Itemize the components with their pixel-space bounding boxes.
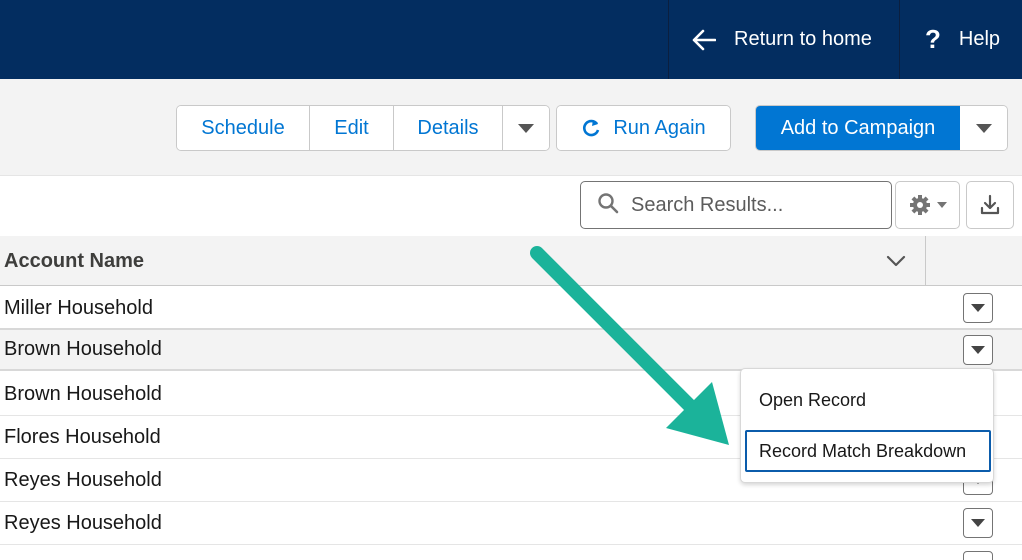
search-results-field <box>580 181 892 229</box>
edit-button[interactable]: Edit <box>309 106 393 150</box>
account-name-cell[interactable]: Reyes Household <box>4 502 162 545</box>
row-action-button[interactable] <box>963 551 993 560</box>
help-label: Help <box>958 28 1001 50</box>
chevron-down-icon <box>936 202 947 208</box>
account-name-cell[interactable]: Reyes Household <box>4 459 162 502</box>
column-header-account-name[interactable]: Account Name <box>4 236 144 286</box>
search-input[interactable] <box>631 193 871 217</box>
row-actions-menu: Open Record Record Match Breakdown <box>740 368 994 483</box>
chevron-down-icon <box>971 304 985 312</box>
table-row: Miller Household <box>0 287 1022 330</box>
search-icon <box>597 192 619 219</box>
account-name-cell[interactable]: Miller Household <box>4 287 153 330</box>
column-separator <box>925 236 926 286</box>
row-action-button[interactable] <box>963 293 993 323</box>
nav-divider <box>668 0 669 79</box>
table-settings-button[interactable] <box>895 181 960 229</box>
report-actions-group: Schedule Edit Details <box>176 105 550 151</box>
download-button[interactable] <box>966 181 1014 229</box>
chevron-down-icon <box>518 123 534 133</box>
question-icon: ? <box>925 24 941 54</box>
row-action-button[interactable] <box>963 508 993 538</box>
return-to-home-label: Return to home <box>734 28 872 50</box>
table-row: Brown Household <box>0 328 1022 371</box>
report-toolbar: Schedule Edit Details Run Again Add to C… <box>0 79 1022 176</box>
menu-item-record-match-breakdown[interactable]: Record Match Breakdown <box>745 430 991 472</box>
chevron-down-icon <box>975 123 992 133</box>
download-icon <box>979 194 1001 216</box>
add-to-campaign-button[interactable]: Add to Campaign <box>756 106 960 150</box>
table-row: Reyes Household <box>0 502 1022 545</box>
arrow-left-icon <box>692 29 716 51</box>
run-again-group: Run Again <box>556 105 731 151</box>
nav-divider <box>899 0 900 79</box>
chevron-down-icon <box>971 346 985 354</box>
add-to-campaign-menu-button[interactable] <box>960 106 1007 150</box>
table-row <box>0 545 1022 560</box>
chevron-down-icon <box>971 519 985 527</box>
account-name-cell[interactable]: Flores Household <box>4 416 161 459</box>
run-again-label: Run Again <box>613 116 706 139</box>
return-to-home-link[interactable]: Return to home <box>692 0 872 79</box>
top-nav-bar: Return to home ? Help <box>0 0 1022 79</box>
schedule-button[interactable]: Schedule <box>177 106 309 150</box>
gear-icon <box>909 194 931 216</box>
run-again-button[interactable]: Run Again <box>557 106 730 150</box>
add-to-campaign-group: Add to Campaign <box>755 105 1008 151</box>
help-link[interactable]: ? Help <box>925 0 1000 79</box>
account-name-cell[interactable]: Brown Household <box>4 328 162 371</box>
column-sort-chevron-icon[interactable] <box>885 251 907 276</box>
details-button[interactable]: Details <box>393 106 502 150</box>
more-actions-button[interactable] <box>502 106 549 150</box>
table-header: Account Name <box>0 236 1022 286</box>
account-name-cell[interactable]: Brown Household <box>4 373 162 416</box>
row-action-button[interactable] <box>963 335 993 365</box>
menu-item-open-record[interactable]: Open Record <box>745 379 991 421</box>
refresh-icon <box>581 118 601 138</box>
